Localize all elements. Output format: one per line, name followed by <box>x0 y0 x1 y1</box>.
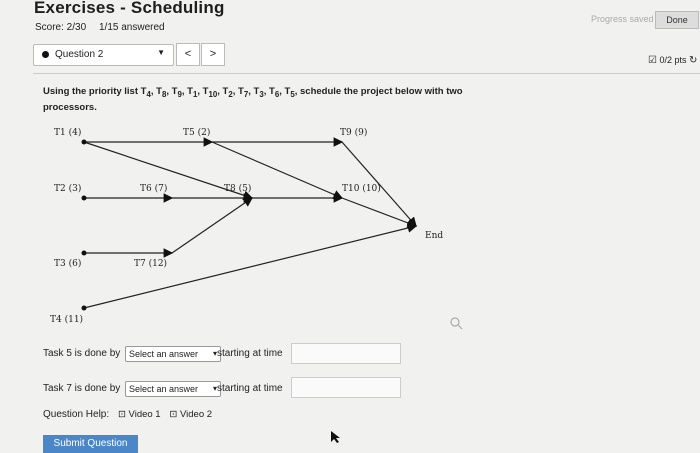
video-icon: ⊡ <box>117 409 126 420</box>
node-t4 <box>81 305 87 311</box>
node-label-t4: T4 (11) <box>50 314 83 325</box>
video2-link[interactable]: ⊡ Video 2 <box>169 409 212 420</box>
task5-time-input[interactable] <box>291 343 401 364</box>
node-label-end: End <box>425 231 443 241</box>
task5-label: Task 5 is done by <box>43 348 121 359</box>
help-label: Question Help: <box>43 409 110 420</box>
node-label-t9: T9 (9) <box>340 127 367 138</box>
cursor-icon <box>331 431 340 443</box>
edge-t10-end <box>341 197 418 228</box>
task7-processor-select[interactable]: Select an answer ▾ <box>125 381 221 397</box>
node-t1 <box>81 139 87 145</box>
video-icon: ⊡ <box>169 409 178 420</box>
task7-suffix: starting at time <box>217 383 283 394</box>
task7-time-input[interactable] <box>291 377 401 398</box>
node-label-t10: T10 (10) <box>342 183 381 194</box>
task5-processor-select[interactable]: Select an answer ▾ <box>125 346 221 362</box>
node-t2 <box>81 195 87 201</box>
node-label-t8: T8 (5) <box>224 183 251 194</box>
video2-label: Video 2 <box>180 409 213 420</box>
task7-select-label: Select an answer <box>129 384 199 394</box>
node-label-t6: T6 (7) <box>140 183 167 194</box>
zoom-icon[interactable] <box>450 317 463 330</box>
task7-label: Task 7 is done by <box>43 383 121 394</box>
node-label-t1: T1 (4) <box>54 127 81 138</box>
node-t3 <box>81 250 87 256</box>
node-label-t7: T7 (12) <box>134 258 167 269</box>
task5-select-label: Select an answer <box>129 349 199 359</box>
node-label-t5: T5 (2) <box>183 127 210 138</box>
task5-suffix: starting at time <box>217 348 283 359</box>
node-label-t3: T3 (6) <box>54 258 81 269</box>
video1-label: Video 1 <box>128 409 161 420</box>
node-label-t2: T2 (3) <box>54 183 81 194</box>
submit-question-button[interactable]: Submit Question <box>43 435 138 453</box>
question-help: Question Help: ⊡ Video 1 ⊡ Video 2 <box>43 409 212 420</box>
video1-link[interactable]: ⊡ Video 1 <box>118 409 161 420</box>
edge-t7-t8 <box>171 197 253 254</box>
